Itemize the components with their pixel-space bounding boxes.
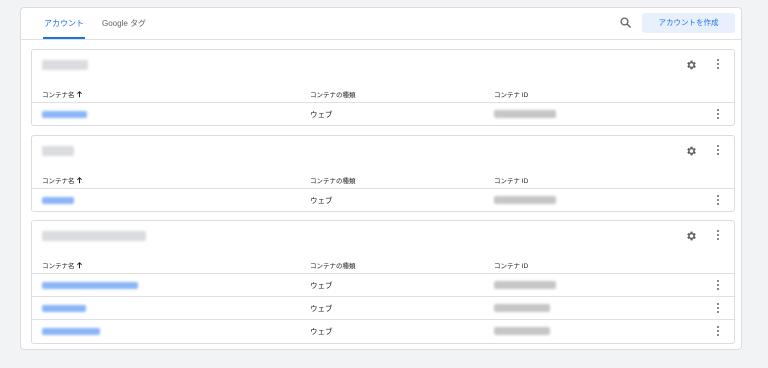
container-id-redacted: [494, 110, 556, 118]
dot: [717, 203, 719, 205]
header-container-name[interactable]: コンテナ名: [42, 89, 83, 99]
tab-google-tag[interactable]: Google タグ: [102, 8, 146, 39]
dot: [717, 284, 719, 286]
table-row: ウェブ: [32, 274, 734, 297]
dot: [717, 113, 719, 115]
container-name-link-redacted[interactable]: [42, 305, 86, 312]
dot: [717, 199, 719, 201]
dot: [717, 330, 719, 332]
container-id-redacted: [494, 196, 556, 204]
container-type: ウェブ: [310, 110, 333, 119]
header-container-name-label: コンテナ名: [42, 178, 75, 185]
dot: [717, 117, 719, 119]
account-settings-button[interactable]: [685, 229, 697, 241]
dot: [717, 67, 719, 69]
dot: [717, 145, 719, 147]
account-more-button[interactable]: [713, 144, 723, 158]
table-row: ウェブ: [32, 103, 734, 125]
container-id-redacted: [494, 281, 556, 289]
container-name-link-redacted[interactable]: [42, 328, 100, 335]
search-icon: [620, 17, 631, 28]
row-more-button[interactable]: [713, 194, 723, 208]
dot: [717, 59, 719, 61]
table-row: ウェブ: [32, 297, 734, 320]
container-type: ウェブ: [310, 281, 333, 290]
tab-accounts[interactable]: アカウント: [43, 8, 85, 39]
arrow-up-icon: [77, 91, 83, 98]
tab-accounts-label: アカウント: [44, 19, 84, 28]
container-name-link-redacted[interactable]: [42, 111, 87, 118]
row-more-button[interactable]: [713, 279, 723, 293]
container-name-link-redacted[interactable]: [42, 282, 138, 289]
container-type: ウェブ: [310, 327, 333, 336]
gear-icon: [687, 146, 696, 156]
tab-google-tag-label: Google タグ: [102, 19, 147, 28]
account-more-button[interactable]: [713, 58, 723, 72]
account-settings-button[interactable]: [685, 58, 697, 70]
header-container-id: コンテナ ID: [494, 92, 529, 99]
dot: [717, 234, 719, 236]
search-button[interactable]: [618, 15, 634, 31]
container-name-link-redacted[interactable]: [42, 197, 74, 204]
account-more-button[interactable]: [713, 229, 723, 243]
header-container-name[interactable]: コンテナ名: [42, 260, 83, 270]
dot: [717, 238, 719, 240]
dot: [717, 334, 719, 336]
active-tab-indicator: [43, 37, 85, 39]
header-container-id: コンテナ ID: [494, 263, 529, 270]
container-id-redacted: [494, 327, 550, 335]
header-container-name-label: コンテナ名: [42, 263, 75, 270]
dot: [717, 195, 719, 197]
table-header: コンテナ名 コンテナの種類 コンテナ ID: [32, 170, 734, 189]
row-more-button[interactable]: [713, 108, 723, 122]
accounts-panel: アカウント Google タグ アカウントを作成 コンテナ名 コンテナの種類 コ…: [20, 7, 742, 350]
account-name-redacted[interactable]: [42, 231, 146, 241]
arrow-up-icon: [77, 262, 83, 269]
header-container-type: コンテナの種類: [310, 263, 356, 270]
row-more-button[interactable]: [713, 325, 723, 339]
dot: [717, 303, 719, 305]
account-card: コンテナ名 コンテナの種類 コンテナ ID ウェブ: [31, 135, 735, 212]
create-account-button[interactable]: アカウントを作成: [642, 13, 735, 33]
account-card: コンテナ名 コンテナの種類 コンテナ ID ウェブ ウェブ ウェブ: [31, 220, 735, 344]
dot: [717, 307, 719, 309]
dot: [717, 153, 719, 155]
dot: [717, 109, 719, 111]
container-type: ウェブ: [310, 304, 333, 313]
gear-icon: [687, 60, 696, 70]
table-row: ウェブ: [32, 189, 734, 211]
container-id-redacted: [494, 304, 550, 312]
account-settings-button[interactable]: [685, 144, 697, 156]
dot: [717, 230, 719, 232]
gear-icon: [687, 231, 696, 241]
header-container-type: コンテナの種類: [310, 92, 356, 99]
dot: [717, 326, 719, 328]
header-container-type: コンテナの種類: [310, 178, 356, 185]
header-container-id: コンテナ ID: [494, 178, 529, 185]
arrow-up-icon: [77, 177, 83, 184]
dot: [717, 288, 719, 290]
account-name-redacted[interactable]: [42, 146, 74, 156]
header-container-name-label: コンテナ名: [42, 92, 75, 99]
container-type: ウェブ: [310, 196, 333, 205]
account-card: コンテナ名 コンテナの種類 コンテナ ID ウェブ: [31, 49, 735, 126]
top-bar: アカウント Google タグ アカウントを作成: [21, 8, 741, 40]
row-more-button[interactable]: [713, 302, 723, 316]
dot: [717, 149, 719, 151]
table-header: コンテナ名 コンテナの種類 コンテナ ID: [32, 84, 734, 103]
dot: [717, 280, 719, 282]
header-container-name[interactable]: コンテナ名: [42, 175, 83, 185]
table-header: コンテナ名 コンテナの種類 コンテナ ID: [32, 255, 734, 274]
dot: [717, 63, 719, 65]
dot: [717, 311, 719, 313]
table-row: ウェブ: [32, 320, 734, 342]
account-name-redacted[interactable]: [42, 60, 88, 70]
